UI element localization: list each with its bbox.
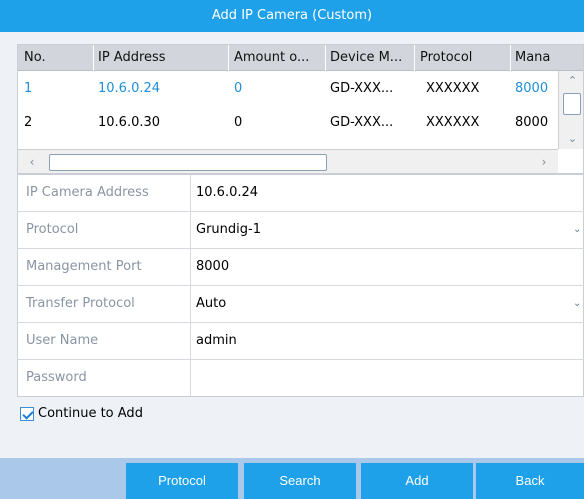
- column-header-management-port[interactable]: Mana: [515, 45, 558, 71]
- ip-camera-address-field[interactable]: 10.6.0.24: [196, 175, 258, 211]
- window-title: Add IP Camera (Custom): [0, 0, 584, 32]
- chevron-right-icon[interactable]: ›: [534, 150, 554, 173]
- search-button[interactable]: Search: [244, 463, 356, 499]
- chevron-down-icon[interactable]: ⌄: [573, 299, 583, 309]
- password-field[interactable]: [196, 360, 581, 396]
- form-row-management-port: Management Port 8000: [18, 249, 584, 286]
- cell-amount: 0: [234, 81, 243, 96]
- cell-no: 2: [24, 115, 33, 130]
- column-header-protocol[interactable]: Protocol: [420, 45, 510, 71]
- table-row[interactable]: 2 10.6.0.30 0 GD-XXX... XXXXXX 8000: [18, 106, 558, 140]
- horizontal-scrollbar[interactable]: ‹ ›: [18, 149, 558, 173]
- user-name-field[interactable]: admin: [196, 323, 237, 359]
- camera-table: No. IP Address Amount o... Device M... P…: [17, 44, 584, 174]
- table-header: No. IP Address Amount o... Device M... P…: [18, 45, 583, 71]
- column-header-amount[interactable]: Amount o...: [234, 45, 324, 71]
- chevron-down-icon[interactable]: ⌄: [559, 129, 583, 149]
- form-row-ip-address: IP Camera Address 10.6.0.24: [18, 175, 584, 212]
- transfer-protocol-select[interactable]: Auto: [196, 286, 581, 322]
- cell-protocol: XXXXXX: [426, 81, 480, 96]
- form-row-user-name: User Name admin: [18, 323, 584, 360]
- vertical-scrollbar[interactable]: ⌃ ⌄: [558, 71, 583, 149]
- cell-ip-address: 10.6.0.24: [98, 81, 161, 96]
- password-label: Password: [18, 360, 191, 396]
- chevron-down-icon[interactable]: ⌄: [573, 225, 583, 235]
- form-row-password: Password: [18, 360, 584, 397]
- form-row-transfer-protocol: Transfer Protocol Auto ⌄: [18, 286, 584, 323]
- cell-management-port[interactable]: 8000: [515, 72, 548, 106]
- cell-ip-address: 10.6.0.30: [98, 115, 161, 130]
- camera-form: IP Camera Address 10.6.0.24 Protocol Gru…: [17, 174, 584, 397]
- management-port-label: Management Port: [18, 249, 191, 285]
- vertical-scroll-thumb[interactable]: [563, 93, 581, 115]
- chevron-left-icon[interactable]: ‹: [22, 150, 42, 173]
- table-row[interactable]: 1 10.6.0.24 0 GD-XXX... XXXXXX 8000: [18, 72, 558, 106]
- cell-amount: 0: [234, 115, 243, 130]
- column-header-no[interactable]: No.: [24, 45, 94, 71]
- cell-device-model: GD-XXX...: [330, 81, 394, 96]
- chevron-up-icon[interactable]: ⌃: [559, 71, 583, 91]
- column-header-ip-address[interactable]: IP Address: [98, 45, 228, 71]
- cell-no: 1: [24, 81, 33, 96]
- column-header-device-model[interactable]: Device M...: [330, 45, 414, 71]
- protocol-label: Protocol: [18, 212, 191, 248]
- back-button[interactable]: Back: [476, 463, 584, 499]
- ip-camera-address-label: IP Camera Address: [18, 175, 191, 211]
- user-name-label: User Name: [18, 323, 191, 359]
- continue-to-add-label[interactable]: Continue to Add: [38, 405, 143, 423]
- cell-management-port: 8000: [515, 115, 549, 130]
- continue-to-add-checkbox[interactable]: [20, 407, 34, 421]
- transfer-protocol-label: Transfer Protocol: [18, 286, 191, 322]
- cell-device-model: GD-XXX...: [330, 115, 394, 130]
- add-button[interactable]: Add: [361, 463, 473, 499]
- cell-protocol: XXXXXX: [426, 115, 480, 130]
- protocol-button[interactable]: Protocol: [126, 463, 238, 499]
- form-row-protocol: Protocol Grundig-1 ⌄: [18, 212, 584, 249]
- protocol-select[interactable]: Grundig-1: [196, 212, 581, 248]
- scroll-corner: [558, 149, 583, 173]
- horizontal-scroll-thumb[interactable]: [49, 154, 327, 171]
- management-port-field[interactable]: 8000: [196, 249, 229, 285]
